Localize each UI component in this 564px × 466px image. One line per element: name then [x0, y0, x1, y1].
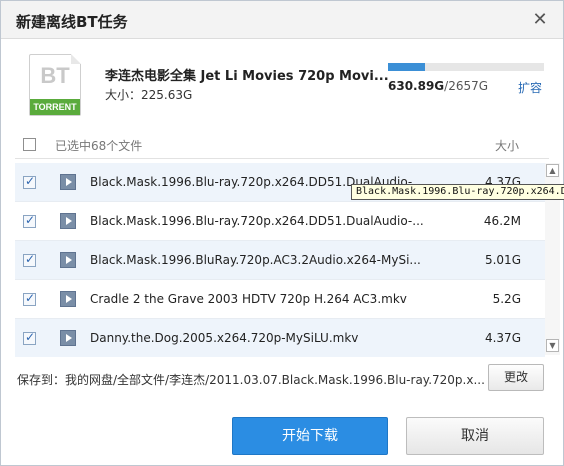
file-name: Danny.the.Dog.2005.x264.720p-MySiLU.mkv — [90, 331, 359, 345]
expand-storage-link[interactable]: 扩容 — [518, 79, 542, 96]
scroll-down-icon[interactable]: ▼ — [546, 339, 559, 352]
task-name: 李连杰电影全集 Jet Li Movies 720p Movi... — [105, 69, 389, 84]
file-size: 46.2M — [483, 214, 521, 228]
close-icon[interactable]: ✕ — [531, 11, 549, 29]
torrent-icon-band: TORRENT — [30, 99, 80, 115]
file-list-header: 已选中68个文件 大小 — [15, 129, 549, 159]
new-bt-task-dialog: 新建离线BT任务 ✕ BT TORRENT 李连杰电影全集 Jet Li Mov… — [0, 0, 564, 466]
file-name: Black.Mask.1996.Blu-ray.720p.x264.DD51.D… — [90, 214, 424, 228]
list-item[interactable]: Black.Mask.1996.Blu-ray.720p.x264.DD51.D… — [15, 202, 545, 241]
scroll-up-icon[interactable]: ▲ — [546, 164, 559, 177]
video-file-icon — [60, 330, 76, 346]
cancel-button[interactable]: 取消 — [406, 417, 544, 455]
task-size: 大小：225.63G — [105, 88, 193, 102]
storage-quota-bar — [388, 63, 544, 71]
video-file-icon — [60, 174, 76, 190]
selected-count: 已选中68个文件 — [55, 139, 143, 153]
size-column-header: 大小 — [495, 139, 520, 153]
save-path: 保存到：我的网盘/全部文件/李连杰/2011.03.07.Black.Mask.… — [17, 373, 485, 387]
video-file-icon — [60, 252, 76, 268]
dialog-title: 新建离线BT任务 — [16, 13, 128, 31]
file-checkbox[interactable] — [23, 330, 36, 345]
file-size: 5.01G — [484, 253, 521, 267]
torrent-icon-text: BT — [40, 63, 70, 88]
file-checkbox[interactable] — [23, 291, 36, 306]
torrent-file-icon: BT TORRENT — [29, 54, 81, 116]
file-size: 5.2G — [492, 292, 521, 306]
file-checkbox[interactable] — [23, 174, 36, 189]
list-item[interactable]: Cradle 2 the Grave 2003 HDTV 720p H.264 … — [15, 280, 545, 319]
list-item[interactable]: Danny.the.Dog.2005.x264.720p-MySiLU.mkv … — [15, 319, 545, 357]
video-file-icon — [60, 291, 76, 307]
file-name: Black.Mask.1996.BluRay.720p.AC3.2Audio.x… — [90, 253, 421, 267]
storage-quota-fill — [388, 63, 425, 71]
file-checkbox[interactable] — [23, 213, 36, 228]
quota-used: 630.89G — [388, 79, 445, 93]
start-download-button[interactable]: 开始下载 — [232, 417, 388, 455]
select-all-checkbox[interactable] — [23, 138, 36, 151]
file-name: Cradle 2 the Grave 2003 HDTV 720p H.264 … — [90, 292, 407, 306]
dialog-titlebar: 新建离线BT任务 ✕ — [1, 1, 563, 39]
list-item[interactable]: Black.Mask.1996.BluRay.720p.AC3.2Audio.x… — [15, 241, 545, 280]
file-checkbox[interactable] — [23, 252, 36, 267]
storage-quota-text: 630.89G/2657G — [388, 79, 488, 93]
file-size: 4.37G — [484, 331, 521, 345]
change-path-button[interactable]: 更改 — [488, 364, 544, 391]
quota-total: /2657G — [444, 79, 489, 93]
video-file-icon — [60, 213, 76, 229]
file-name-tooltip: Black.Mask.1996.Blu-ray.720p.x264.D — [351, 184, 564, 200]
